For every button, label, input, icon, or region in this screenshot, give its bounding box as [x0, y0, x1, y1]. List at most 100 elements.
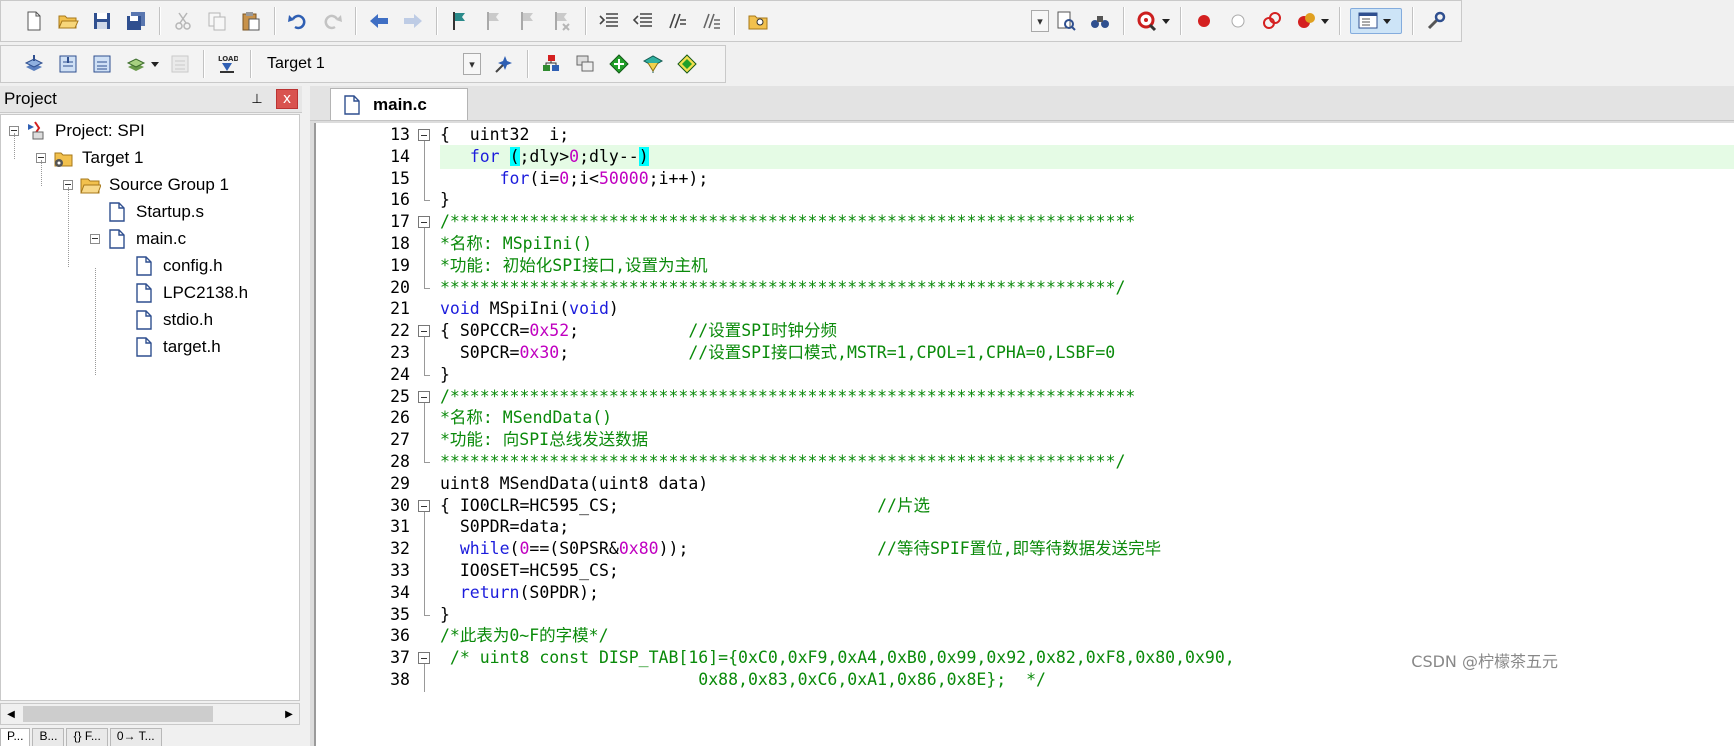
tree-item[interactable]: Target 1 [36, 146, 143, 170]
breakpoint-disable-icon[interactable] [1259, 8, 1285, 34]
tree-item[interactable]: target.h [117, 335, 221, 359]
comment-icon[interactable] [664, 8, 690, 34]
code-line[interactable]: 23 S0PCR=0x30; //设置SPI接口模式,MSTR=1,CPOL=1… [316, 341, 1734, 365]
code-line[interactable]: 19 *功能: 初始化SPI接口,设置为主机 [316, 253, 1734, 278]
new-file-icon[interactable] [21, 8, 47, 34]
navigate-forward-icon[interactable] [400, 8, 426, 34]
bookmark-clear-icon[interactable] [549, 8, 575, 34]
binoculars-icon[interactable] [1087, 8, 1113, 34]
code-text: { IO0CLR=HC595_CS; //片选 [440, 494, 1734, 518]
breakpoint-enable-icon[interactable] [1225, 8, 1251, 34]
tree-item[interactable]: Startup.s [90, 200, 204, 224]
code-line[interactable]: 34 return(S0PDR); [316, 580, 1734, 605]
scroll-right-icon[interactable]: ▶ [279, 704, 299, 724]
window-layout-icon[interactable] [1350, 8, 1402, 34]
pack-installer-icon[interactable] [640, 51, 666, 77]
chevron-down-icon[interactable] [151, 61, 159, 67]
code-line[interactable]: 36 /*此表为0~F的字模*/ [316, 624, 1734, 648]
target-options-icon[interactable] [491, 51, 517, 77]
code-line[interactable]: 14 for (;dly>0;dly--) [316, 144, 1734, 169]
rebuild-icon[interactable] [89, 51, 115, 77]
code-line[interactable]: 29 uint8 MSendData(uint8 data) [316, 472, 1734, 496]
chevron-down-icon[interactable] [1162, 18, 1170, 24]
tab-main-c[interactable]: main.c [330, 88, 468, 120]
tree-item[interactable]: stdio.h [117, 308, 213, 332]
cut-icon[interactable] [170, 8, 196, 34]
code-line[interactable]: 27 *功能: 向SPI总线发送数据 [316, 428, 1734, 453]
fold-marker[interactable] [414, 123, 434, 147]
code-line[interactable]: 33 IO0SET=HC595_CS; [316, 559, 1734, 583]
code-line[interactable]: 35} [316, 602, 1734, 627]
run-time-env-icon[interactable] [606, 51, 632, 77]
find-in-files-icon[interactable] [745, 8, 771, 34]
bookmark-next-icon[interactable] [515, 8, 541, 34]
tree-item[interactable]: Source Group 1 [63, 173, 229, 197]
code-line[interactable]: 21 void MSpiIni(void) [316, 297, 1734, 321]
code-line[interactable]: 20 **************************************… [316, 275, 1734, 300]
tab-templates[interactable]: 0→ T... [109, 728, 162, 746]
uncomment-icon[interactable] [698, 8, 724, 34]
fold-marker[interactable] [414, 210, 434, 235]
download-load-icon[interactable]: LOAD [214, 51, 240, 77]
tab-books[interactable]: B... [32, 728, 65, 746]
code-comment: /* uint8 const DISP_TAB[16]={0xC0,0xF9,0… [440, 648, 1235, 668]
scroll-left-icon[interactable]: ◀ [1, 704, 21, 724]
fold-marker[interactable] [414, 494, 434, 518]
scrollbar-thumb[interactable] [23, 706, 213, 722]
manage-components-icon[interactable] [572, 51, 598, 77]
bookmark-prev-icon[interactable] [481, 8, 507, 34]
code-line[interactable]: 17 /*************************************… [316, 210, 1734, 235]
tree-item[interactable]: Project: SPI [9, 119, 145, 143]
tree-horizontal-scrollbar[interactable]: ◀ ▶ [0, 703, 300, 725]
pin-icon[interactable]: ⊥ [248, 92, 266, 107]
fold-marker[interactable] [414, 646, 434, 671]
indent-icon[interactable] [596, 8, 622, 34]
configure-wrench-icon[interactable] [1423, 8, 1449, 34]
paste-icon[interactable] [238, 8, 264, 34]
code-line[interactable]: 31 S0PDR=data; [316, 515, 1734, 540]
breakpoint-insert-icon[interactable] [1191, 8, 1217, 34]
tab-project[interactable]: P... [0, 728, 31, 746]
tab-functions[interactable]: {} F... [66, 728, 108, 746]
stop-build-icon[interactable] [167, 51, 193, 77]
code-line[interactable]: 25 /*************************************… [316, 385, 1734, 409]
code-line[interactable]: 32 while(0==(S0PSR&0x80)); //等待SPIF置位,即等… [316, 537, 1734, 562]
find-combo-dropdown[interactable]: ▾ [1031, 10, 1049, 32]
pack-manager-icon[interactable] [674, 51, 700, 77]
code-line[interactable]: 13 { uint32 i; [316, 123, 1734, 147]
save-all-icon[interactable] [123, 8, 149, 34]
copy-icon[interactable] [204, 8, 230, 34]
code-line[interactable]: 18 *名称: MSpiIni() [316, 232, 1734, 256]
translate-icon[interactable] [21, 51, 47, 77]
build-icon[interactable] [55, 51, 81, 77]
code-line[interactable]: 16} [316, 188, 1734, 212]
code-line[interactable]: 15 for(i=0;i<50000;i++); [316, 166, 1734, 191]
chevron-down-icon[interactable] [1321, 18, 1329, 24]
target-select[interactable]: Target 1 ▾ [263, 51, 481, 77]
code-line[interactable]: 30 { IO0CLR=HC595_CS; //片选 [316, 494, 1734, 518]
fold-marker[interactable] [414, 319, 434, 344]
fold-marker[interactable] [414, 385, 434, 409]
open-file-icon[interactable] [55, 8, 81, 34]
tree-item[interactable]: config.h [117, 254, 223, 278]
batch-build-icon[interactable] [123, 51, 149, 77]
code-line[interactable]: 26 *名称: MSendData() [316, 406, 1734, 431]
save-icon[interactable] [89, 8, 115, 34]
redo-icon[interactable] [319, 8, 345, 34]
tree-item[interactable]: main.c [90, 227, 186, 251]
collapse-toggle[interactable] [90, 234, 100, 244]
navigate-back-icon[interactable] [366, 8, 392, 34]
tree-item[interactable]: LPC2138.h [117, 281, 248, 305]
code-line[interactable]: 22 { S0PCCR=0x52; //设置SPI时钟分频 [316, 319, 1734, 344]
close-icon[interactable]: x [276, 89, 298, 109]
code-line[interactable]: 24} [316, 362, 1734, 387]
breakpoint-kill-icon[interactable] [1293, 8, 1319, 34]
debug-zoom-icon[interactable] [1134, 8, 1160, 34]
undo-icon[interactable] [285, 8, 311, 34]
file-extensions-icon[interactable] [538, 51, 564, 77]
unindent-icon[interactable] [630, 8, 656, 34]
chevron-down-icon[interactable]: ▾ [463, 53, 481, 75]
code-line[interactable]: 28 **************************************… [316, 450, 1734, 474]
find-icon[interactable] [1053, 8, 1079, 34]
bookmark-toggle-icon[interactable] [447, 8, 473, 34]
